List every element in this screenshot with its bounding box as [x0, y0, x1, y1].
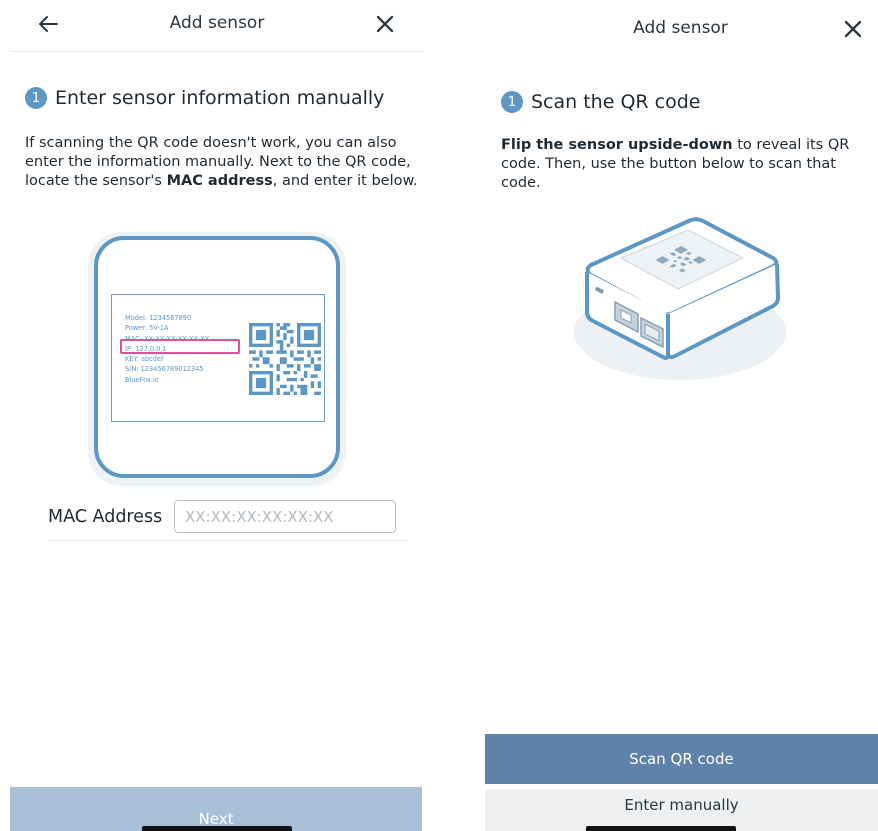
label-line: BlueFox.io [125, 375, 159, 384]
home-indicator [142, 826, 292, 831]
scan-qr-screen: Add sensor 1 Scan the QR code Flip the s… [483, 0, 878, 831]
desc-bold-text: MAC address [166, 173, 273, 189]
step-heading: 1 Enter sensor information manually [25, 87, 384, 109]
label-line: Power: 5V-1A [125, 324, 169, 333]
close-icon[interactable] [838, 14, 868, 44]
desc-text-end: , and enter it below. [272, 173, 418, 189]
header: Add sensor [483, 0, 878, 52]
close-icon[interactable] [370, 9, 400, 39]
manual-entry-screen: Add sensor 1 Enter sensor information ma… [0, 0, 440, 831]
sensor-label-illustration: Model: 1234567890 Power: 5V-1A MAC: XX:X… [88, 232, 346, 486]
qr-code-icon [249, 323, 321, 395]
scan-qr-button[interactable]: Scan QR code [485, 734, 878, 784]
step-title: Enter sensor information manually [55, 87, 385, 109]
step-number-badge: 1 [25, 87, 47, 109]
label-line: S/N: 123456789012345 [125, 365, 204, 374]
header: Add sensor [10, 0, 424, 52]
sensor-device-illustration [573, 210, 788, 385]
mac-address-input[interactable] [174, 500, 396, 533]
step-description: If scanning the QR code doesn't work, yo… [25, 134, 425, 191]
label-line: Model: 1234567890 [125, 314, 192, 322]
label-line: KEY: abcdef [125, 355, 164, 364]
step-title: Scan the QR code [531, 91, 701, 113]
mac-address-row: MAC Address [48, 497, 408, 541]
header-title: Add sensor [169, 13, 265, 33]
enter-manually-button[interactable]: Enter manually [485, 789, 878, 831]
desc-bold-text: Flip the sensor upside-down [501, 137, 733, 153]
step-description: Flip the sensor upside-down to reveal it… [501, 136, 861, 193]
header-title: Add sensor [633, 18, 728, 38]
mac-highlight-box [120, 339, 240, 354]
label-frame: Model: 1234567890 Power: 5V-1A MAC: XX:X… [94, 236, 340, 478]
next-button[interactable]: Next [10, 787, 422, 831]
label-sheet: Model: 1234567890 Power: 5V-1A MAC: XX:X… [111, 294, 325, 422]
mac-address-label: MAC Address [48, 507, 163, 527]
step-heading: 1 Scan the QR code [501, 91, 700, 113]
step-number-badge: 1 [501, 91, 523, 113]
home-indicator [586, 826, 736, 831]
